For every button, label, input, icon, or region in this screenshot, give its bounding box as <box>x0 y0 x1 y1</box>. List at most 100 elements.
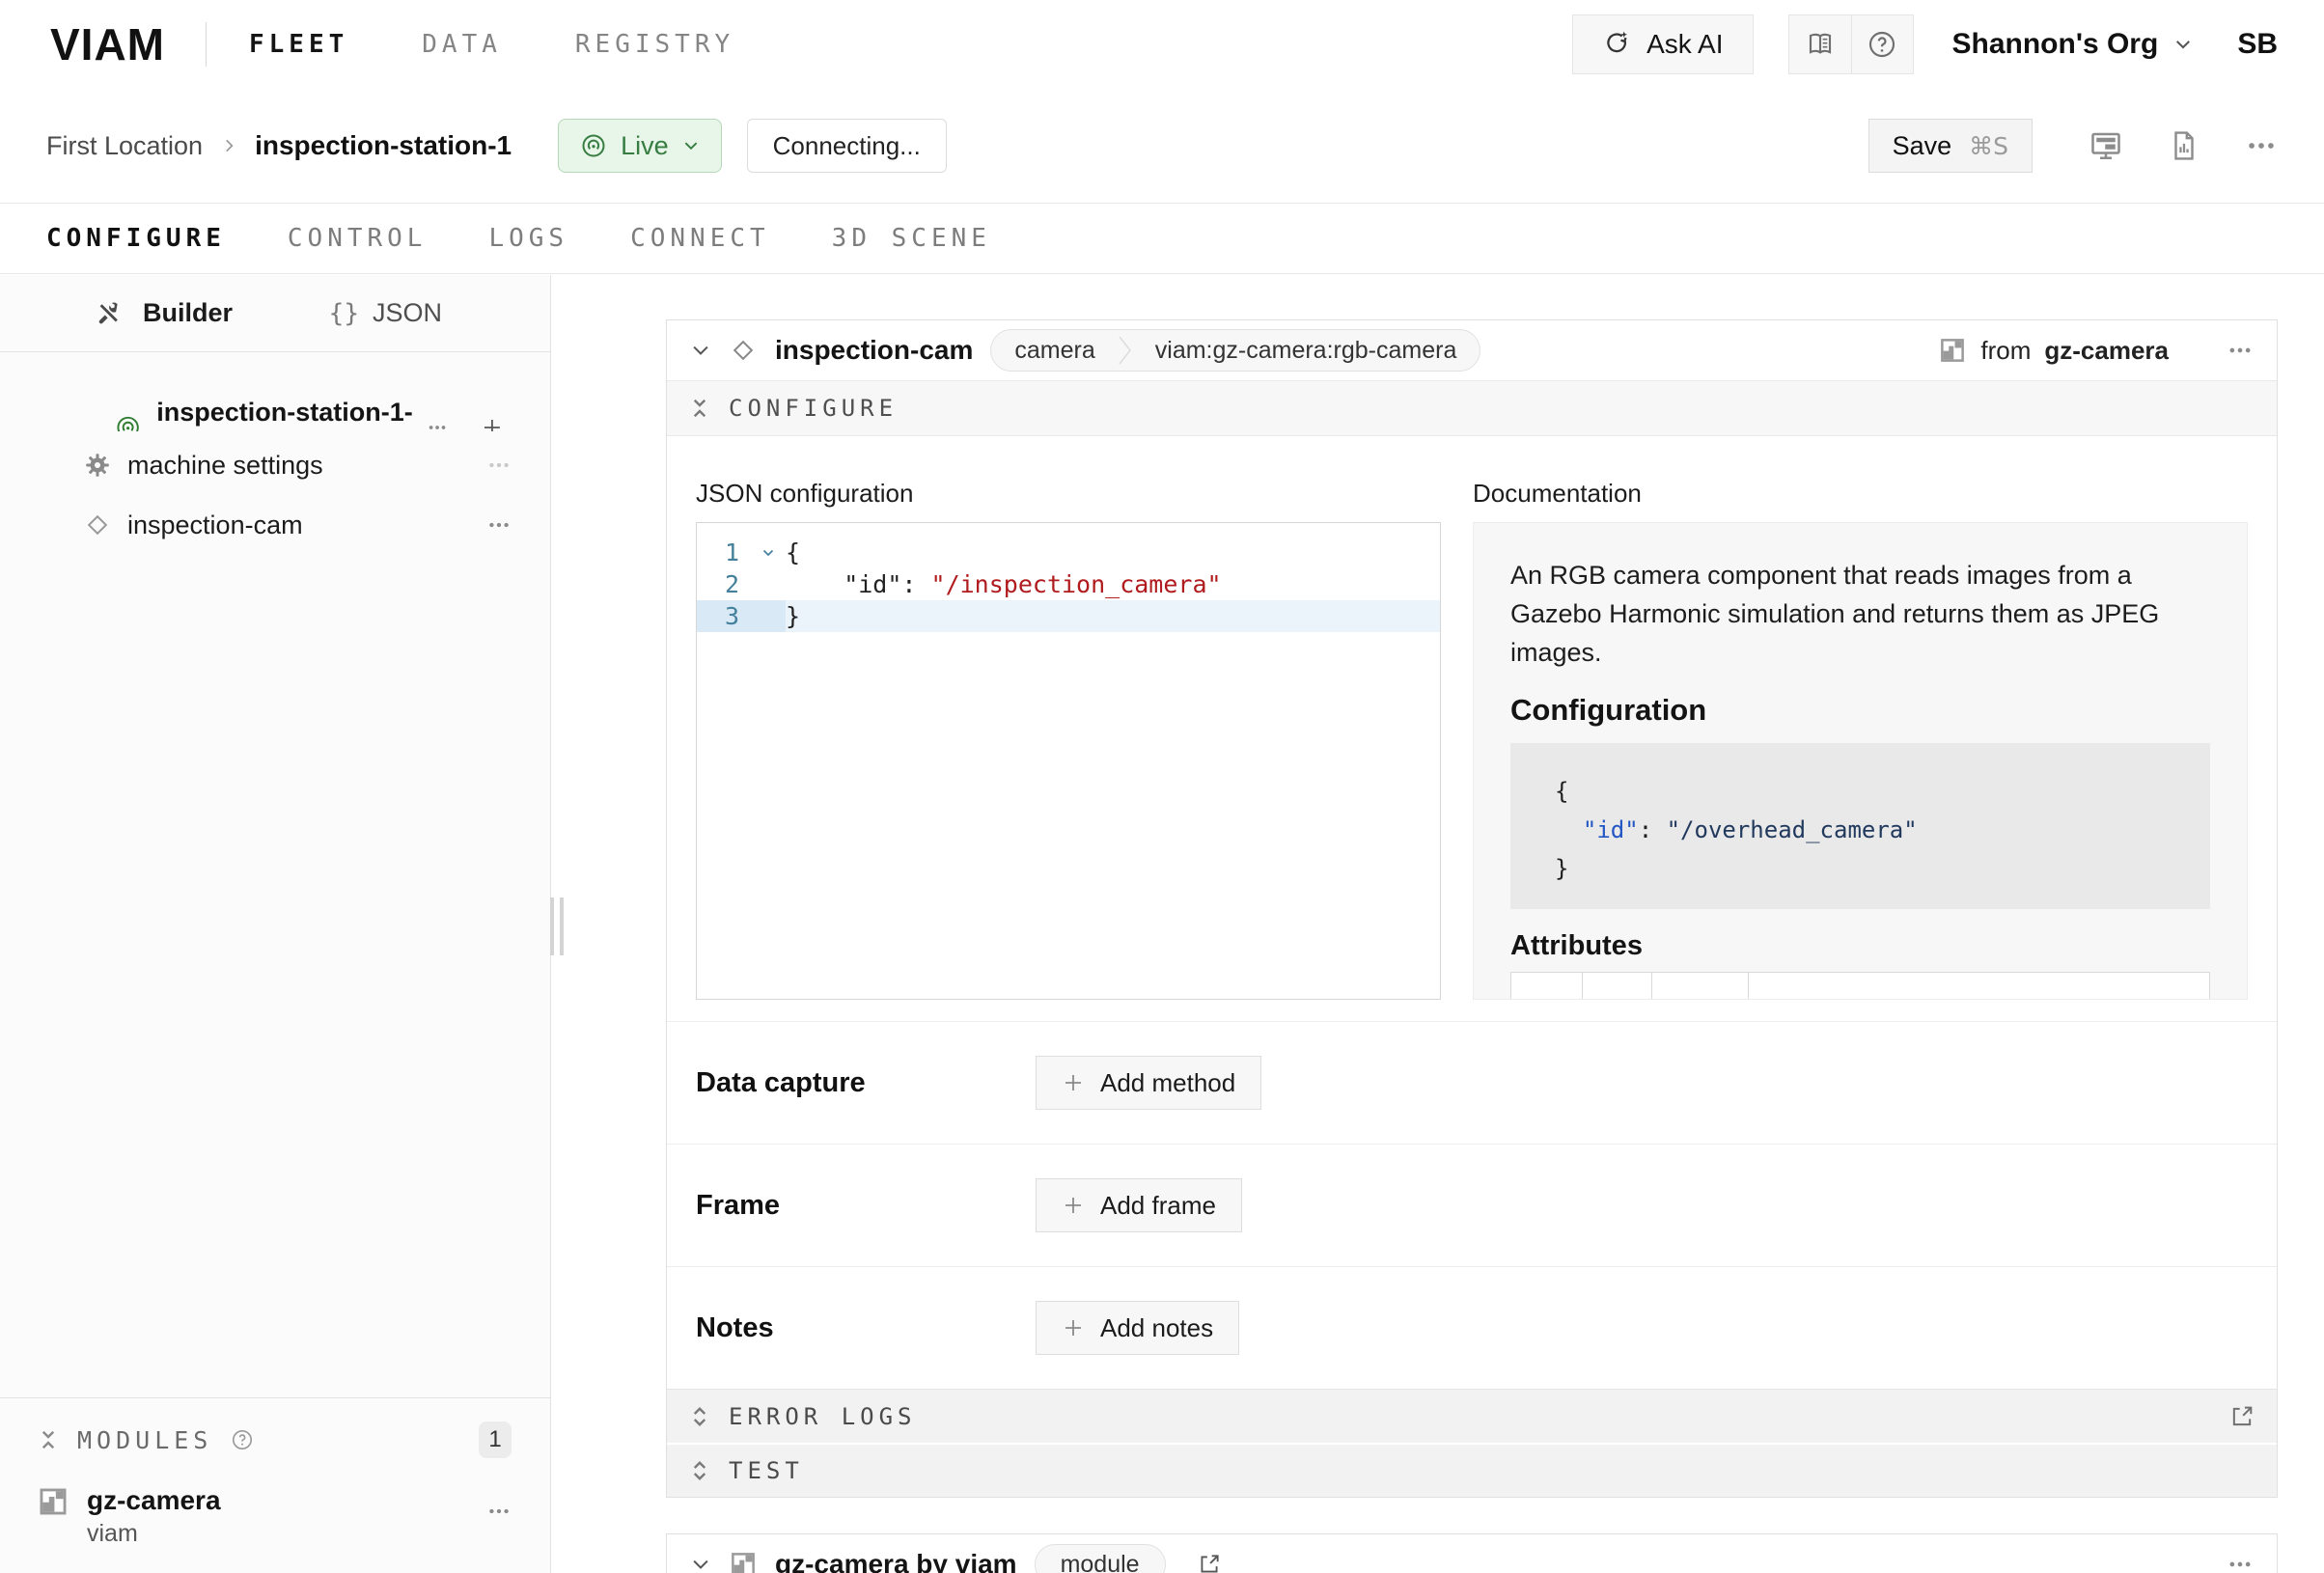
editor-line: 2 "id": "/inspection_camera" <box>697 568 1440 600</box>
user-avatar[interactable]: SB <box>2237 28 2278 61</box>
configure-section-bar[interactable]: CONFIGURE <box>667 380 2277 436</box>
open-external-icon[interactable] <box>2228 1403 2255 1430</box>
machine-name: inspection-station-1 <box>255 130 512 161</box>
plus-icon <box>1062 1316 1085 1339</box>
doc-description: An RGB camera component that reads image… <box>1510 556 2210 672</box>
module-org: viam <box>87 1520 221 1548</box>
dashboard-monitor-icon[interactable] <box>2089 128 2123 163</box>
builder-mode-button[interactable]: Builder <box>95 298 233 328</box>
module-card-menu-icon[interactable] <box>2227 1551 2254 1573</box>
test-bar[interactable]: TEST <box>667 1443 2277 1497</box>
gear-icon <box>83 451 112 480</box>
modules-help-icon[interactable] <box>230 1427 255 1452</box>
inspection-cam-menu-icon[interactable] <box>486 512 512 538</box>
doc-attributes-heading: Attributes <box>1510 930 2210 962</box>
code-text: } <box>786 602 800 630</box>
tab-configure[interactable]: CONFIGURE <box>46 224 226 253</box>
documentation-label: Documentation <box>1473 479 2248 509</box>
machine-settings-label: machine settings <box>127 451 323 481</box>
model-tag-label: viam:gz-camera:rgb-camera <box>1132 337 1480 365</box>
data-capture-section: Data capture Add method <box>667 1021 2277 1144</box>
tab-3d-scene[interactable]: 3D SCENE <box>832 224 991 253</box>
module-menu-icon[interactable] <box>486 1499 512 1524</box>
notes-section: Notes Add notes <box>667 1266 2277 1389</box>
viam-app: VIAM FLEET DATA REGISTRY Ask AI <box>0 0 2324 1573</box>
documentation-column: Documentation An RGB camera component th… <box>1473 479 2248 1000</box>
tree-item-machine-part[interactable]: inspection-station-1-main <box>0 379 550 431</box>
book-icon <box>1805 29 1836 60</box>
nav-link-registry[interactable]: REGISTRY <box>575 30 734 59</box>
module-card-header: gz-camera by viam module <box>667 1534 2277 1573</box>
expand-icon <box>688 1405 711 1428</box>
braces-icon: {} <box>329 299 359 328</box>
connecting-status-button[interactable]: Connecting... <box>747 119 947 173</box>
frame-section: Frame Add frame <box>667 1144 2277 1266</box>
machine-part-name: inspection-station-1-main <box>156 398 427 431</box>
code-text: "id": "/inspection_camera" <box>786 570 1222 598</box>
registry-link[interactable] <box>1197 1552 1233 1573</box>
add-notes-button[interactable]: Add notes <box>1036 1301 1239 1355</box>
plus-icon <box>1062 1194 1085 1217</box>
module-text: gz-camera viam <box>87 1485 221 1548</box>
module-card: gz-camera by viam module <box>666 1533 2278 1573</box>
json-mode-button[interactable]: {} JSON <box>329 298 442 328</box>
module-list-item[interactable]: gz-camera viam <box>37 1485 512 1548</box>
fold-chevron-icon[interactable] <box>751 545 786 561</box>
collapse-chevron-icon[interactable] <box>690 1554 711 1573</box>
breadcrumb-location[interactable]: First Location <box>46 131 203 161</box>
inspection-cam-label: inspection-cam <box>127 511 303 540</box>
add-frame-button[interactable]: Add frame <box>1036 1178 1242 1232</box>
org-switcher[interactable]: Shannon's Org <box>1952 28 2194 61</box>
nav-right: Ask AI <box>1572 14 2278 74</box>
component-type-tag: camera viam:gz-camera:rgb-camera <box>990 329 1480 372</box>
ask-ai-icon <box>1602 30 1631 59</box>
modules-count-badge: 1 <box>479 1421 512 1458</box>
ask-ai-button[interactable]: Ask AI <box>1572 14 1753 74</box>
add-notes-label: Add notes <box>1100 1313 1213 1343</box>
collapse-chevron-icon[interactable] <box>690 340 711 361</box>
more-options-icon[interactable] <box>2245 129 2278 162</box>
org-name: Shannon's Org <box>1952 28 2159 61</box>
nav-links: FLEET DATA REGISTRY <box>249 30 734 59</box>
collapse-icon[interactable] <box>37 1428 60 1451</box>
add-component-icon[interactable] <box>481 414 504 431</box>
tab-control[interactable]: CONTROL <box>288 224 428 253</box>
code-text: { <box>786 538 800 566</box>
type-tag-label: camera <box>991 337 1118 365</box>
save-button[interactable]: Save ⌘S <box>1868 119 2033 173</box>
help-button[interactable] <box>1851 15 1913 73</box>
module-icon <box>729 1550 758 1573</box>
breadcrumb-separator-icon <box>220 137 237 154</box>
machine-part-menu-icon[interactable] <box>427 415 448 431</box>
connecting-label: Connecting... <box>773 131 921 161</box>
json-config-editor[interactable]: 1 { 2 <box>696 522 1441 1000</box>
save-label: Save <box>1893 131 1952 161</box>
machine-settings-menu-icon[interactable] <box>486 453 512 478</box>
tree-item-inspection-cam[interactable]: inspection-cam <box>0 499 550 551</box>
configure-bar-label: CONFIGURE <box>729 395 898 422</box>
help-icon <box>1867 29 1897 60</box>
configure-body: JSON configuration 1 { <box>667 436 2277 1021</box>
component-menu-icon[interactable] <box>2227 337 2254 364</box>
documentation-panel[interactable]: An RGB camera component that reads image… <box>1473 522 2248 1000</box>
top-nav: VIAM FLEET DATA REGISTRY Ask AI <box>0 0 2324 89</box>
report-file-icon[interactable] <box>2168 129 2200 162</box>
tab-connect[interactable]: CONNECT <box>630 224 770 253</box>
docs-button[interactable] <box>1789 15 1851 73</box>
module-icon <box>37 1485 69 1518</box>
module-tag-label: module <box>1061 1551 1140 1573</box>
error-logs-bar[interactable]: ERROR LOGS <box>667 1389 2277 1443</box>
nav-link-fleet[interactable]: FLEET <box>249 30 348 59</box>
json-config-label: JSON configuration <box>696 479 1441 509</box>
attributes-header-row <box>1511 973 2210 1001</box>
add-method-button[interactable]: Add method <box>1036 1056 1261 1110</box>
builder-label: Builder <box>143 298 233 328</box>
tab-logs[interactable]: LOGS <box>488 224 568 253</box>
machine-status-dropdown[interactable]: Live <box>558 119 722 173</box>
nav-link-data[interactable]: DATA <box>422 30 502 59</box>
tree-item-machine-settings[interactable]: machine settings <box>0 439 550 491</box>
notes-label: Notes <box>696 1312 1036 1344</box>
viam-logo[interactable]: VIAM <box>50 18 165 70</box>
sidebar-resize-handle[interactable] <box>550 897 564 955</box>
test-label: TEST <box>729 1457 804 1484</box>
